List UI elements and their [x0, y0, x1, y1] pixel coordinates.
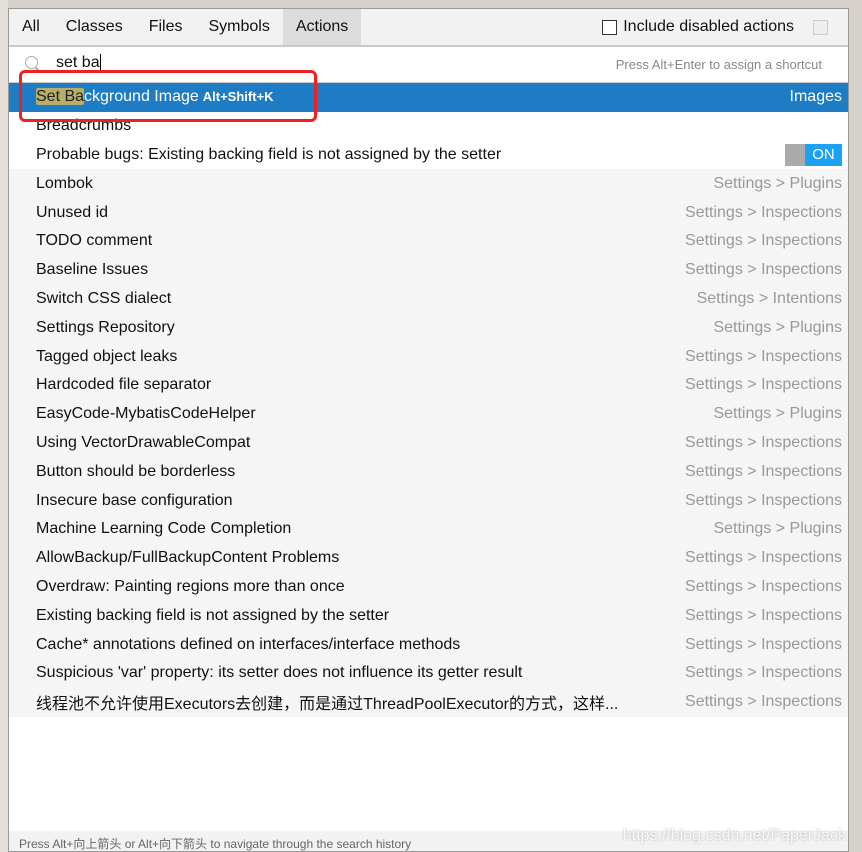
toggle-on-label: ON	[805, 143, 842, 166]
list-item[interactable]: TODO comment Settings > Inspections	[9, 226, 848, 256]
list-item[interactable]: Breadcrumbs	[9, 112, 848, 141]
background	[0, 0, 8, 852]
include-disabled-checkbox[interactable]	[602, 19, 618, 35]
item-name: Hardcoded file separator	[36, 376, 212, 394]
tab-actions[interactable]: Actions	[282, 9, 362, 45]
list-item[interactable]: AllowBackup/FullBackupContent Problems Se…	[9, 543, 848, 573]
item-location: Settings > Inspections	[685, 635, 842, 653]
item-name: Unused id	[36, 203, 109, 221]
item-name: Breadcrumbs	[36, 117, 132, 135]
include-disabled-label: Include disabled actions	[623, 18, 794, 35]
item-name: Existing backing field is not assigned b…	[36, 606, 390, 624]
item-name: Using VectorDrawableCompat	[36, 433, 251, 451]
list-item[interactable]: Baseline Issues Settings > Inspections	[9, 255, 848, 285]
item-name: Insecure base configuration	[36, 491, 233, 509]
item-location: Settings > Inspections	[685, 491, 842, 509]
item-location: Settings > Inspections	[685, 549, 842, 567]
item-location: Settings > Intentions	[696, 289, 842, 307]
tab-files[interactable]: Files	[136, 9, 196, 45]
list-item[interactable]: Probable bugs: Existing backing field is…	[9, 141, 848, 170]
item-location: Settings > Inspections	[685, 577, 842, 595]
list-item[interactable]: Hardcoded file separator Settings > Inspe…	[9, 370, 848, 400]
item-name: Probable bugs: Existing backing field is…	[36, 145, 502, 163]
item-location: Settings > Plugins	[713, 405, 842, 423]
item-location: Settings > Inspections	[685, 664, 842, 682]
item-location: Settings > Inspections	[685, 261, 842, 279]
include-disabled-actions[interactable]: Include disabled actions	[602, 18, 794, 36]
item-name: Suspicious 'var' property: its setter do…	[36, 664, 523, 682]
list-item-selected[interactable]: Set Background Image Alt+Shift+K Images	[9, 83, 848, 112]
tab-all[interactable]: All	[9, 9, 53, 45]
item-location: Settings > Inspections	[685, 693, 842, 711]
item-name: Settings Repository	[36, 318, 175, 336]
list-item[interactable]: Insecure base configuration Settings > In…	[9, 486, 848, 515]
search-everywhere-dialog: All Classes Files Symbols Actions Include di…	[8, 8, 849, 852]
list-item[interactable]: Existing backing field is not assigned b…	[9, 601, 848, 631]
pin-window-icon[interactable]	[813, 20, 828, 35]
list-item[interactable]: Using VectorDrawableCompat Settings > Ins…	[9, 428, 848, 458]
tab-classes[interactable]: Classes	[53, 9, 136, 45]
item-name: EasyCode-MybatisCodeHelper	[36, 405, 256, 423]
list-item[interactable]: Settings Repository Settings > Plugins	[9, 313, 848, 343]
list-item[interactable]: Machine Learning Code Completion Settings…	[9, 514, 848, 544]
item-name: Baseline Issues	[36, 261, 149, 279]
list-item[interactable]: EasyCode-MybatisCodeHelper Settings > Plu…	[9, 399, 848, 429]
list-item[interactable]: Tagged object leaks Settings > Inspection…	[9, 342, 848, 371]
item-location: Settings > Plugins	[713, 520, 842, 538]
item-name: Overdraw: Painting regions more than onc…	[36, 577, 345, 595]
item-name: Machine Learning Code Completion	[36, 520, 292, 538]
item-name: Button should be borderless	[36, 462, 236, 480]
option-toggle[interactable]: ON	[785, 143, 842, 166]
results-list: Set Background Image Alt+Shift+K Images B…	[9, 70, 848, 717]
item-name: TODO comment	[36, 232, 153, 250]
tab-symbols[interactable]: Symbols	[195, 9, 282, 45]
item-location: Images	[789, 88, 842, 106]
list-item[interactable]: Suspicious 'var' property: its setter do…	[9, 658, 848, 688]
item-name: Lombok	[36, 174, 93, 192]
item-location: Settings > Plugins	[713, 174, 842, 192]
item-location: Settings > Inspections	[685, 347, 842, 365]
item-location: Settings > Inspections	[685, 203, 842, 221]
match-highlight: Set Ba	[36, 88, 85, 106]
list-item[interactable]: Lombok Settings > Plugins	[9, 169, 848, 199]
item-location: Settings > Inspections	[685, 376, 842, 394]
item-name: Switch CSS dialect	[36, 289, 172, 307]
list-item[interactable]: Cache* annotations defined on interfaces…	[9, 630, 848, 659]
list-item[interactable]: Unused id Settings > Inspections	[9, 198, 848, 227]
shortcut: Alt+Shift+K	[202, 89, 274, 105]
item-name: AllowBackup/FullBackupContent Problems	[36, 549, 340, 567]
search-icon	[25, 56, 38, 69]
item-location: Settings > Inspections	[685, 232, 842, 250]
search-bar: set ba Press Alt+Enter to assign a short…	[9, 47, 848, 83]
tab-bar: All Classes Files Symbols Actions Include di…	[9, 9, 848, 47]
item-location: Settings > Inspections	[685, 433, 842, 451]
shortcut-hint: Press Alt+Enter to assign a shortcut	[615, 57, 822, 72]
list-item[interactable]: Switch CSS dialect Settings > Intentions	[9, 284, 848, 314]
item-location: Settings > Inspections	[685, 606, 842, 624]
search-input[interactable]: set ba	[56, 54, 456, 72]
list-item[interactable]: Overdraw: Painting regions more than onc…	[9, 572, 848, 602]
item-location: Settings > Inspections	[685, 462, 842, 480]
list-item[interactable]: 线程池不允许使用Executors去创建，而是通过ThreadPoolExecu…	[9, 687, 848, 717]
toggle-track	[785, 143, 805, 166]
item-location: Settings > Plugins	[713, 318, 842, 336]
list-item[interactable]: Button should be borderless Settings > In…	[9, 457, 848, 487]
item-name: Cache* annotations defined on interfaces…	[36, 635, 461, 653]
item-name: 线程池不允许使用Executors去创建，而是通过ThreadPoolExecu…	[36, 696, 619, 714]
watermark: https://blog.csdn.net/PaperJack	[622, 827, 846, 844]
item-name: Tagged object leaks	[36, 347, 178, 365]
